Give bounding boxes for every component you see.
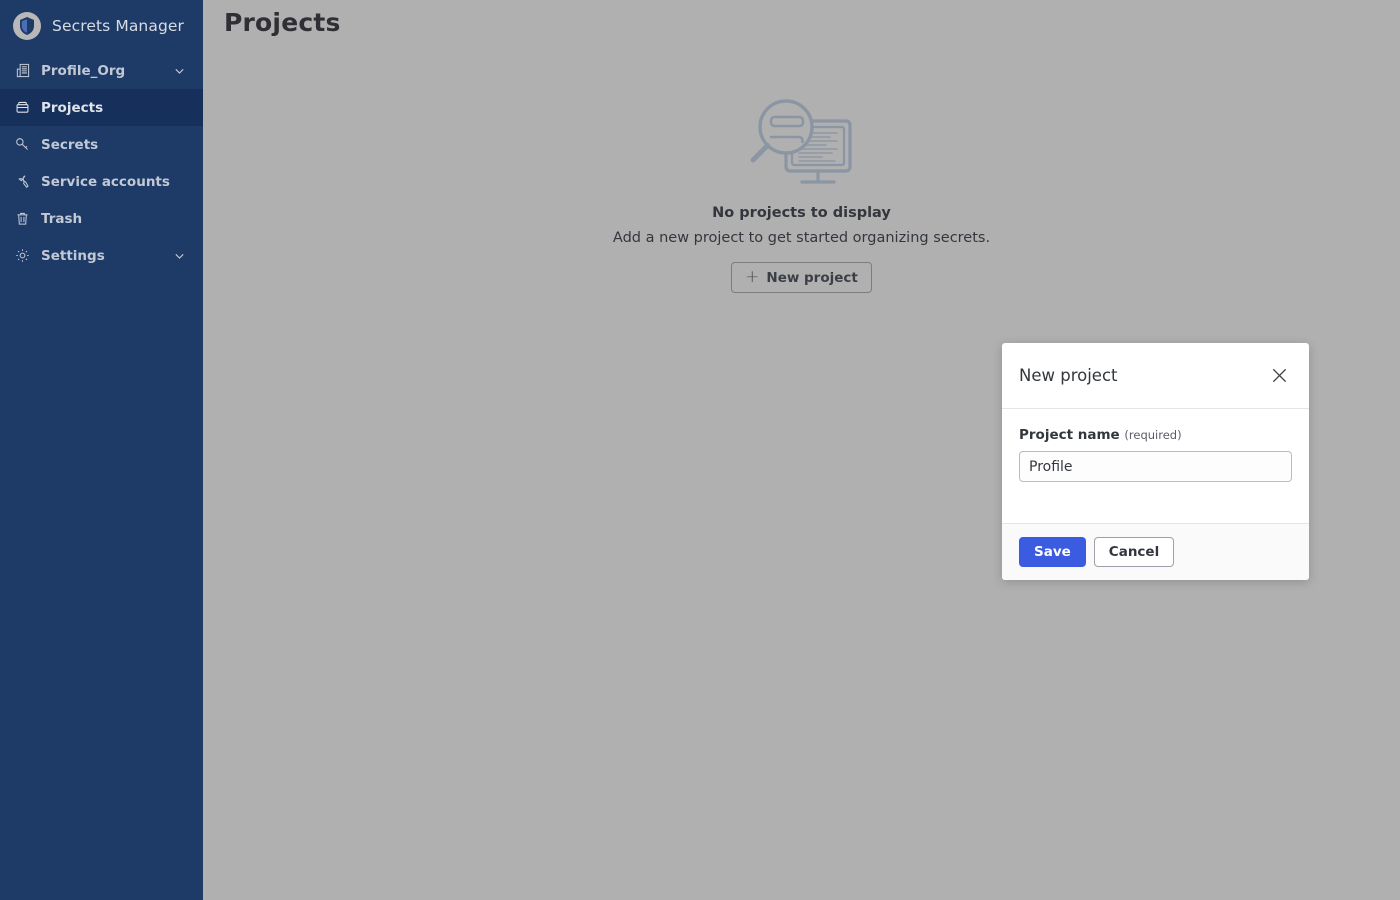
new-project-button-label: New project [766,269,858,286]
dialog-title: New project [1019,366,1118,385]
new-project-button[interactable]: + New project [731,262,872,293]
sidebar-item-service-accounts[interactable]: Service accounts [0,163,203,200]
trash-icon [14,210,31,227]
dialog-header: New project [1002,343,1309,409]
gear-icon [14,247,31,264]
sidebar-item-settings[interactable]: Settings [0,237,203,274]
cancel-button[interactable]: Cancel [1093,537,1175,567]
building-icon [14,62,31,79]
chevron-down-icon[interactable] [173,64,186,77]
shield-icon [13,12,41,40]
new-project-dialog: New project Project name (required) Save… [1002,343,1309,580]
chevron-down-icon[interactable] [173,249,186,262]
brand[interactable]: Secrets Manager [0,0,203,52]
required-note: (required) [1124,428,1182,442]
sidebar-item-label: Projects [41,99,104,116]
sidebar-item-label: Settings [41,247,105,264]
sidebar-item-label: Trash [41,210,83,227]
magnifier-monitor-icon [742,95,862,191]
empty-state-title: No projects to display [712,205,891,221]
dialog-footer: Save Cancel [1002,523,1309,580]
sidebar-item-projects[interactable]: Projects [0,89,203,126]
collection-icon [14,99,31,116]
sidebar-item-trash[interactable]: Trash [0,200,203,237]
brand-name: Secrets Manager [52,17,184,35]
sidebar-item-secrets[interactable]: Secrets [0,126,203,163]
project-name-label: Project name (required) [1019,427,1292,443]
sidebar-item-label: Secrets [41,136,99,153]
empty-state-subtitle: Add a new project to get started organiz… [612,230,991,246]
sidebar-item-profile-org[interactable]: Profile_Org [0,52,203,89]
plus-icon: + [745,267,760,287]
sidebar-item-label: Service accounts [41,173,170,190]
main-content: Projects No projects to display Add a ne… [203,0,1400,900]
dialog-body: Project name (required) [1002,409,1309,523]
project-name-input[interactable] [1019,451,1292,482]
key-icon [14,136,31,153]
wrench-icon [14,173,31,190]
sidebar-item-label: Profile_Org [41,62,126,79]
close-icon[interactable] [1266,363,1292,389]
project-name-label-text: Project name [1019,427,1120,443]
empty-state: No projects to display Add a new project… [203,95,1400,293]
page-title: Projects [224,8,341,37]
sidebar: Secrets Manager Profile_Org Projects Sec… [0,0,203,900]
save-button[interactable]: Save [1019,537,1086,567]
